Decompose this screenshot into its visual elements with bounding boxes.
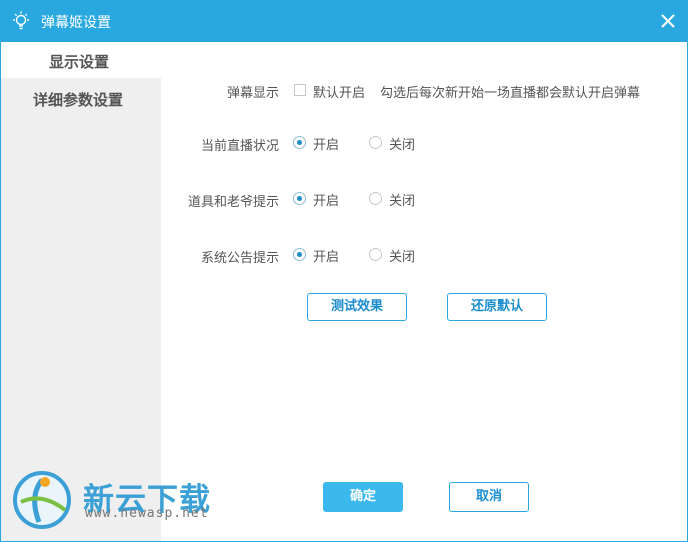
sidebar-item-display-settings[interactable]: 显示设置	[1, 42, 161, 78]
props-hint-off-label[interactable]: 关闭	[389, 190, 415, 209]
live-status-on-radio[interactable]	[293, 136, 306, 149]
live-status-label: 当前直播状况	[200, 139, 279, 154]
lightbulb-icon	[13, 11, 29, 30]
sidebar-item-label: 详细参数设置	[33, 91, 124, 109]
props-hint-label: 道具和老爷提示	[187, 195, 279, 210]
sidebar-item-label: 显示设置	[49, 53, 110, 71]
newasp-logo-icon	[13, 471, 71, 529]
default-on-checkbox[interactable]	[294, 84, 306, 96]
props-hint-off-radio[interactable]	[369, 192, 382, 205]
default-on-label[interactable]: 默认开启	[313, 82, 365, 101]
test-effect-button[interactable]: 测试效果	[307, 293, 407, 321]
settings-window: 弹幕姬设置 显示设置 详细参数设置 弹幕显示 默认开启 勾选后每次新开始一场直播…	[0, 0, 688, 542]
close-icon[interactable]	[657, 10, 679, 32]
window-title: 弹幕姬设置	[41, 15, 111, 31]
live-status-off-label[interactable]: 关闭	[389, 134, 415, 153]
live-status-off-radio[interactable]	[369, 136, 382, 149]
confirm-button[interactable]: 确定	[323, 482, 403, 512]
sidebar-item-detail-params[interactable]: 详细参数设置	[1, 80, 161, 116]
system-notice-on-radio[interactable]	[293, 248, 306, 261]
danmaku-display-label: 弹幕显示	[226, 86, 279, 101]
props-hint-on-label[interactable]: 开启	[313, 190, 339, 209]
system-notice-label: 系统公告提示	[200, 251, 279, 266]
default-on-hint: 勾选后每次新开始一场直播都会默认开启弹幕	[380, 86, 641, 101]
watermark-url: www.newasp.net	[85, 506, 209, 521]
system-notice-off-label[interactable]: 关闭	[389, 246, 415, 265]
restore-default-button[interactable]: 还原默认	[447, 293, 547, 321]
watermark-logo: 新云下载 www.newasp.net	[9, 466, 224, 530]
live-status-on-label[interactable]: 开启	[313, 134, 339, 153]
cancel-button[interactable]: 取消	[449, 482, 529, 512]
title-bar[interactable]: 弹幕姬设置	[1, 1, 687, 42]
system-notice-on-label[interactable]: 开启	[313, 246, 339, 265]
props-hint-on-radio[interactable]	[293, 192, 306, 205]
system-notice-off-radio[interactable]	[369, 248, 382, 261]
